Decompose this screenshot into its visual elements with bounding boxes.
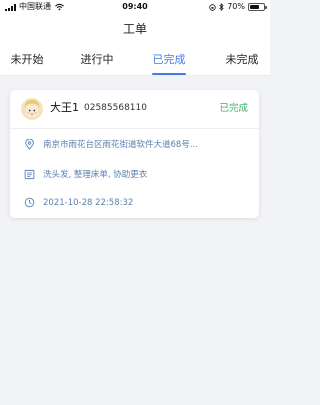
page-title: 工单 — [0, 14, 270, 44]
bluetooth-icon — [219, 3, 224, 11]
status-bar-right: 70% — [209, 0, 267, 14]
tab-in-progress[interactable]: 进行中 — [74, 44, 120, 76]
tab-incomplete[interactable]: 未完成 — [218, 44, 266, 76]
avatar — [21, 98, 43, 120]
tab-bar: 未开始 进行中 已完成 未完成 — [0, 44, 270, 76]
order-services: 洗头发, 整理床单, 协助更衣 — [43, 170, 148, 180]
customer-name: 大王1 — [50, 101, 79, 114]
battery-icon — [248, 3, 267, 11]
customer-phone: 02585568110 — [84, 103, 147, 113]
avatar-face-icon — [21, 98, 43, 120]
clock-icon — [24, 197, 35, 208]
battery-percent: 70% — [227, 2, 245, 11]
order-datetime: 2021-10-28 22:58:32 — [43, 198, 134, 208]
rotation-lock-icon — [209, 3, 216, 11]
location-pin-icon — [25, 139, 34, 150]
status-bar: 中国联通 09:40 70% — [0, 0, 270, 14]
tab-completed[interactable]: 已完成 — [146, 44, 192, 76]
card-divider — [10, 128, 259, 129]
work-order-card[interactable]: 大王1 02585568110 已完成 南京市雨花台区雨花街道软件大道68号..… — [10, 90, 259, 218]
tab-not-started[interactable]: 未开始 — [4, 44, 50, 76]
battery-level — [250, 5, 260, 9]
order-address: 南京市雨花台区雨花街道软件大道68号... — [43, 140, 198, 150]
active-tab-indicator — [152, 73, 186, 75]
list-icon — [24, 169, 35, 180]
status-badge: 已完成 — [219, 103, 248, 114]
